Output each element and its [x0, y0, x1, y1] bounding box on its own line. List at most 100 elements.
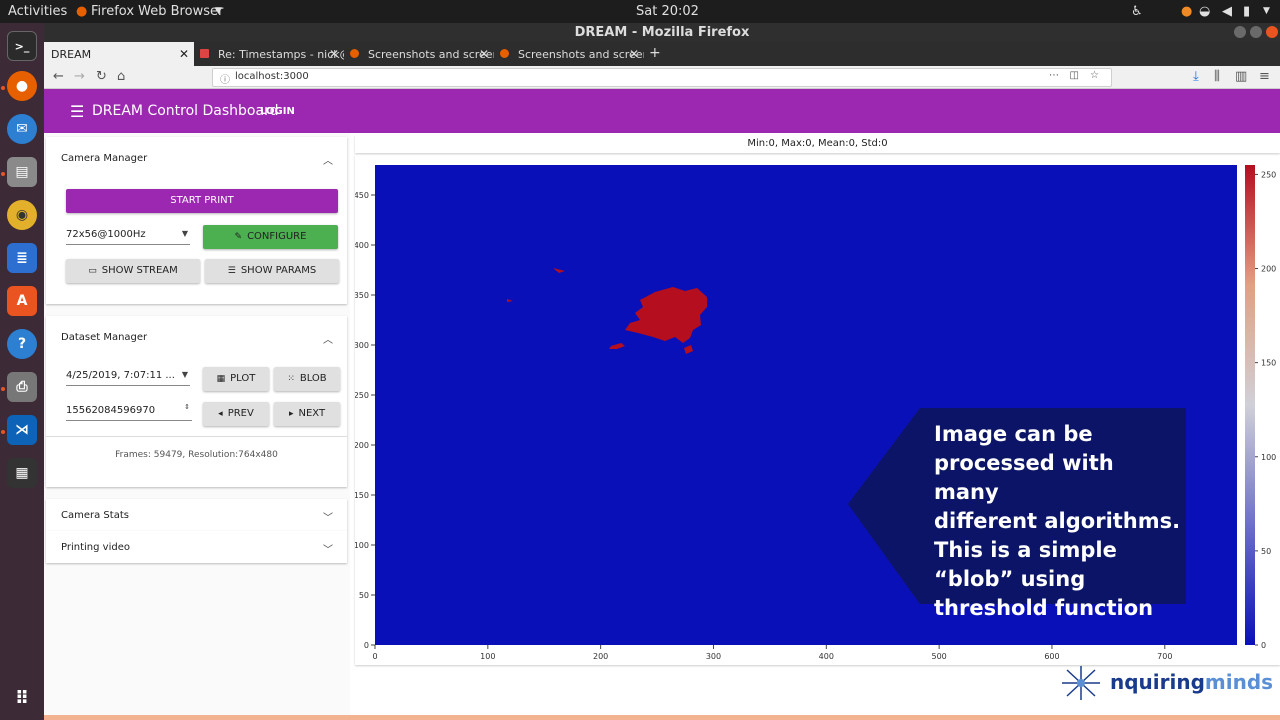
- home-icon[interactable]: ⌂: [117, 69, 125, 84]
- tab-mail[interactable]: Re: Timestamps - nick@ ✕: [194, 42, 344, 66]
- show-stream-button[interactable]: ▭ SHOW STREAM: [66, 259, 200, 283]
- wifi-icon[interactable]: ◒: [1199, 4, 1210, 19]
- camera-manager-header[interactable]: Camera Manager: [61, 153, 147, 164]
- tab-label: DREAM: [51, 48, 92, 61]
- callout-line: threshold function: [934, 596, 1154, 620]
- info-icon[interactable]: ⓘ: [220, 71, 230, 86]
- monitor-icon: ▭: [88, 266, 97, 276]
- stepper-icon[interactable]: ⇕: [184, 403, 190, 411]
- show-applications-icon[interactable]: ⠿: [7, 683, 37, 713]
- left-panel: Camera Manager ︿ START PRINT 72x56@1000H…: [44, 133, 350, 720]
- collapse-icon[interactable]: ︿: [323, 331, 333, 346]
- back-icon[interactable]: ←: [53, 69, 64, 84]
- tab-screenshots-2[interactable]: Screenshots and screen ✕: [494, 42, 644, 66]
- minimize-button[interactable]: [1234, 26, 1246, 38]
- app-title: DREAM Control Dashboard: [92, 103, 279, 119]
- frame-id-input[interactable]: 15562084596970 ⇕: [66, 401, 192, 421]
- dataset-select[interactable]: 4/25/2019, 7:07:11 ... ▼: [66, 366, 190, 386]
- close-tab-icon[interactable]: ✕: [479, 47, 489, 61]
- notification-dot-icon[interactable]: ●: [1181, 4, 1192, 19]
- sidebar-icon[interactable]: ▥: [1235, 69, 1247, 84]
- menu-icon[interactable]: ☰: [70, 102, 84, 121]
- next-button[interactable]: ▸ NEXT: [274, 402, 340, 426]
- system-menu-chevron-icon[interactable]: ▼: [1263, 6, 1270, 16]
- tab-screenshots-1[interactable]: Screenshots and screen ✕: [344, 42, 494, 66]
- tab-label: Screenshots and screen: [518, 48, 644, 61]
- tab-dream[interactable]: DREAM ✕: [44, 42, 194, 66]
- start-print-button[interactable]: START PRINT: [66, 189, 338, 213]
- volume-icon[interactable]: ◀: [1222, 4, 1232, 19]
- close-window-button[interactable]: [1266, 26, 1278, 38]
- library-icon[interactable]: ⫼: [1214, 69, 1220, 84]
- nquiring-minds-logo: nquiringminds: [1058, 664, 1273, 702]
- colorbar-tick-label: 250: [1261, 170, 1276, 179]
- firefox-icon[interactable]: ●: [7, 71, 37, 101]
- downloads-icon[interactable]: ⤓: [1193, 69, 1199, 84]
- logo-text-a: nquiring: [1110, 670, 1205, 694]
- terminal-icon[interactable]: >_: [7, 31, 37, 61]
- system-top-bar: Activities ● Firefox Web Browser ▼ Sat 2…: [0, 0, 1280, 23]
- x-axis: 0 100 200 300 400 500 600 700: [372, 645, 1172, 661]
- colorbar-tick-label: 50: [1261, 547, 1271, 556]
- close-tab-icon[interactable]: ✕: [179, 47, 189, 61]
- files-icon[interactable]: ▤: [7, 157, 37, 187]
- collapse-icon[interactable]: ︿: [323, 152, 333, 167]
- app-menu-chevron-icon: ▼: [215, 6, 222, 16]
- printing-video-header[interactable]: Printing video: [61, 542, 130, 553]
- camera-manager-panel: Camera Manager ︿ START PRINT 72x56@1000H…: [46, 137, 347, 304]
- bookmark-star-icon[interactable]: ☆: [1090, 70, 1099, 81]
- plot-button[interactable]: ▦ PLOT: [203, 367, 269, 391]
- x-tick-label: 700: [1157, 652, 1172, 661]
- dataset-manager-header[interactable]: Dataset Manager: [61, 332, 147, 343]
- x-tick-label: 500: [931, 652, 946, 661]
- dots-grid-icon: ⁙: [287, 374, 295, 384]
- printer-icon[interactable]: ⎙: [7, 372, 37, 402]
- hamburger-menu-icon[interactable]: ≡: [1259, 69, 1270, 84]
- navigation-toolbar: ← → ↻ ⌂ ⓘ localhost:3000 ⋯ ◫ ☆ ⤓ ⫼ ▥ ≡: [44, 66, 1280, 89]
- reload-icon[interactable]: ↻: [96, 69, 107, 84]
- y-tick-label: 350: [355, 291, 369, 300]
- camera-stats-header[interactable]: Camera Stats: [61, 510, 129, 521]
- window-title: DREAM - Mozilla Firefox: [44, 23, 1280, 42]
- printing-video-panel[interactable]: Printing video ﹀: [46, 531, 347, 563]
- gmail-icon: [200, 49, 209, 58]
- callout-line: “blob” using: [934, 567, 1086, 591]
- app-menu[interactable]: Firefox Web Browser: [91, 4, 223, 19]
- software-center-icon[interactable]: A: [7, 286, 37, 316]
- activities-button[interactable]: Activities: [8, 4, 67, 19]
- colorbar-tick-label: 100: [1261, 453, 1276, 462]
- y-tick-label: 200: [355, 441, 369, 450]
- clock[interactable]: Sat 20:02: [636, 4, 699, 19]
- pocket-icon[interactable]: ◫: [1070, 70, 1079, 81]
- expand-icon[interactable]: ﹀: [323, 541, 333, 556]
- writer-icon[interactable]: ≣: [7, 243, 37, 273]
- x-tick-label: 0: [372, 652, 377, 661]
- thunderbird-icon[interactable]: ✉: [7, 114, 37, 144]
- configure-button[interactable]: ✎ CONFIGURE: [203, 225, 338, 249]
- tab-label: Re: Timestamps - nick@: [218, 48, 344, 61]
- camera-mode-select[interactable]: 72x56@1000Hz ▼: [66, 225, 190, 245]
- vscode-icon[interactable]: ⋊: [7, 415, 37, 445]
- accessibility-icon[interactable]: ♿: [1131, 4, 1143, 19]
- forward-icon[interactable]: →: [74, 69, 85, 84]
- callout-line: Image can be: [934, 422, 1093, 446]
- rhythmbox-icon[interactable]: ◉: [7, 200, 37, 230]
- expand-icon[interactable]: ﹀: [323, 509, 333, 524]
- battery-icon[interactable]: ▮: [1243, 4, 1250, 19]
- colorbar: [1245, 165, 1255, 645]
- video-editor-icon[interactable]: ▦: [7, 458, 37, 488]
- page-actions-icon[interactable]: ⋯: [1049, 70, 1059, 81]
- blob-button[interactable]: ⁙ BLOB: [274, 367, 340, 391]
- close-tab-icon[interactable]: ✕: [629, 47, 639, 61]
- login-button[interactable]: LOGIN: [260, 106, 295, 117]
- callout-line: This is a simple: [934, 538, 1117, 562]
- maximize-button[interactable]: [1250, 26, 1262, 38]
- new-tab-icon[interactable]: +: [649, 45, 661, 61]
- show-params-button[interactable]: ☰ SHOW PARAMS: [205, 259, 339, 283]
- callout-text: Image can be processed with many differe…: [934, 420, 1184, 623]
- prev-button[interactable]: ◂ PREV: [203, 402, 269, 426]
- url-bar[interactable]: ⓘ localhost:3000 ⋯ ◫ ☆: [212, 68, 1112, 87]
- help-icon[interactable]: ?: [7, 329, 37, 359]
- camera-stats-panel[interactable]: Camera Stats ﹀: [46, 499, 347, 531]
- close-tab-icon[interactable]: ✕: [329, 47, 339, 61]
